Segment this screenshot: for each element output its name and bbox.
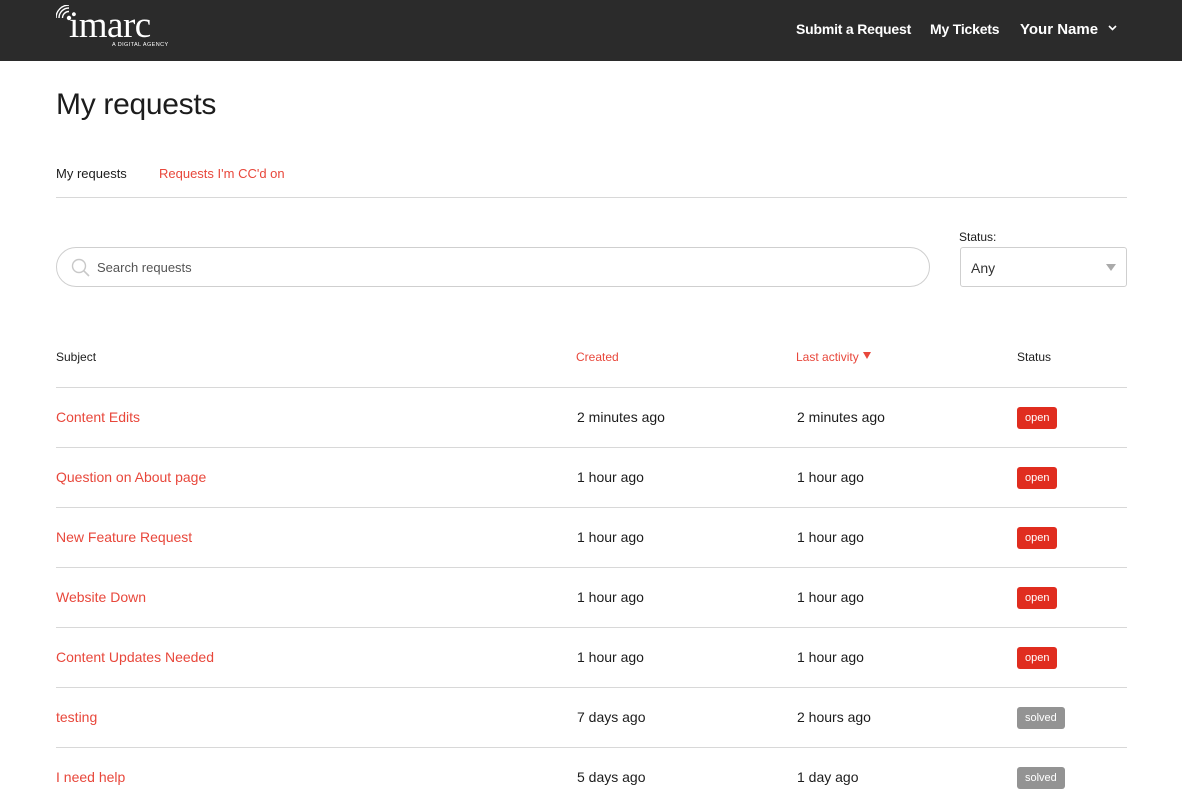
request-subject-link[interactable]: New Feature Request xyxy=(56,529,192,546)
table-row: New Feature Request 1 hour ago 1 hour ag… xyxy=(56,507,1127,567)
request-created: 1 hour ago xyxy=(577,529,644,545)
request-created: 1 hour ago xyxy=(577,589,644,605)
status-badge: solved xyxy=(1017,707,1065,729)
my-tickets-link[interactable]: My Tickets xyxy=(930,21,1000,38)
user-menu-toggle[interactable]: Your Name xyxy=(1020,21,1117,39)
column-header-last-activity[interactable]: Last activity xyxy=(796,350,871,364)
submit-request-link[interactable]: Submit a Request xyxy=(796,21,911,38)
request-created: 1 hour ago xyxy=(577,469,644,485)
tabs-divider xyxy=(56,197,1127,198)
request-last-activity: 2 hours ago xyxy=(797,709,871,725)
logo-tagline: A DIGITAL AGENCY xyxy=(112,42,169,48)
request-subject-link[interactable]: I need help xyxy=(56,769,125,786)
request-created: 1 hour ago xyxy=(577,649,644,665)
status-badge: open xyxy=(1017,467,1058,489)
request-last-activity: 1 hour ago xyxy=(797,649,864,665)
request-last-activity: 1 day ago xyxy=(797,769,859,785)
status-badge: solved xyxy=(1017,767,1065,789)
table-row: Website Down 1 hour ago 1 hour ago open xyxy=(56,567,1127,627)
sort-descending-icon xyxy=(862,352,871,360)
request-last-activity: 1 hour ago xyxy=(797,469,864,485)
table-row: Content Updates Needed 1 hour ago 1 hour… xyxy=(56,627,1127,687)
chevron-down-icon xyxy=(1108,25,1117,31)
table-row: Question on About page 1 hour ago 1 hour… xyxy=(56,447,1127,507)
caret-down-icon xyxy=(1106,264,1116,271)
search-icon xyxy=(71,258,90,277)
tab-requests-cc[interactable]: Requests I'm CC'd on xyxy=(159,165,285,182)
request-last-activity: 1 hour ago xyxy=(797,529,864,545)
top-navigation-bar: imarc A DIGITAL AGENCY Submit a Request … xyxy=(0,0,1182,61)
request-subject-link[interactable]: Content Updates Needed xyxy=(56,649,214,666)
request-created: 2 minutes ago xyxy=(577,409,665,425)
request-created: 7 days ago xyxy=(577,709,646,725)
status-filter-value: Any xyxy=(971,260,996,276)
logo-wordmark: imarc xyxy=(69,5,151,46)
request-subject-link[interactable]: Question on About page xyxy=(56,469,206,486)
status-filter-select[interactable]: Any xyxy=(960,247,1127,287)
table-row: testing 7 days ago 2 hours ago solved xyxy=(56,687,1127,747)
status-filter-label: Status: xyxy=(959,230,997,244)
request-created: 5 days ago xyxy=(577,769,646,785)
table-row: Content Edits 2 minutes ago 2 minutes ag… xyxy=(56,387,1127,447)
column-header-subject: Subject xyxy=(56,350,97,364)
column-header-created[interactable]: Created xyxy=(576,350,619,364)
status-badge: open xyxy=(1017,527,1058,549)
user-name: Your Name xyxy=(1020,21,1099,38)
status-badge: open xyxy=(1017,587,1058,609)
status-badge: open xyxy=(1017,647,1058,669)
request-subject-link[interactable]: Content Edits xyxy=(56,409,140,426)
table-row: I need help 5 days ago 1 day ago solved xyxy=(56,747,1127,796)
search-input[interactable] xyxy=(97,254,917,280)
search-box[interactable] xyxy=(56,247,930,287)
request-last-activity: 1 hour ago xyxy=(797,589,864,605)
requests-table: Content Edits 2 minutes ago 2 minutes ag… xyxy=(56,387,1127,796)
status-badge: open xyxy=(1017,407,1058,429)
request-subject-link[interactable]: Website Down xyxy=(56,589,146,606)
tab-my-requests[interactable]: My requests xyxy=(56,165,127,182)
column-header-status: Status xyxy=(1017,350,1052,364)
imarc-logo[interactable]: imarc A DIGITAL AGENCY xyxy=(56,5,169,51)
request-subject-link[interactable]: testing xyxy=(56,709,97,726)
request-last-activity: 2 minutes ago xyxy=(797,409,885,425)
column-header-last-activity-label: Last activity xyxy=(796,350,859,364)
page-title: My requests xyxy=(56,88,217,121)
